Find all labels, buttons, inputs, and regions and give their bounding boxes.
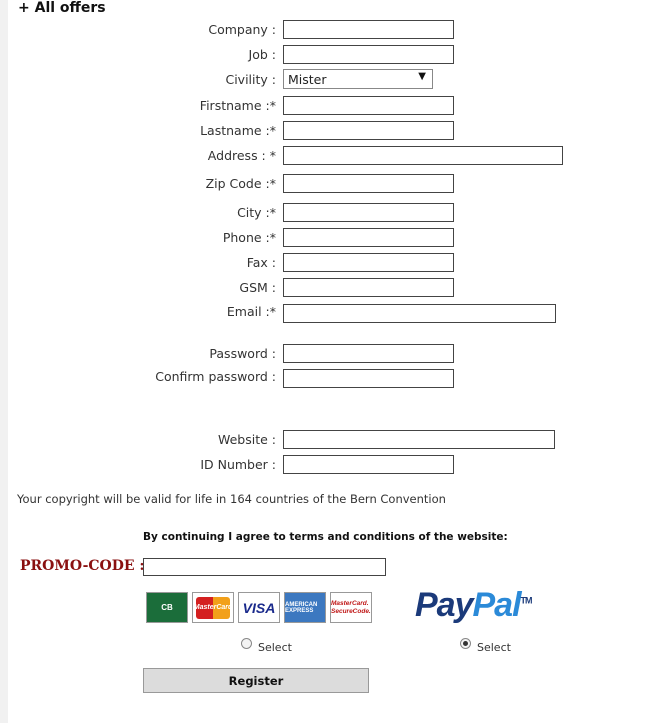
civility-select[interactable]: Mister ▼ [283,69,433,89]
city-label: City :* [237,205,276,220]
phone-label: Phone :* [222,230,276,245]
id-number-input[interactable] [283,455,454,474]
confirm-password-label: Confirm password : [155,369,276,384]
promo-code-input[interactable] [143,558,386,576]
civility-label: Civility : [225,72,276,87]
card-payment-radio-label: Select [258,641,292,654]
city-input[interactable] [283,203,454,222]
gsm-label: GSM : [239,280,276,295]
copyright-notice: Your copyright will be valid for life in… [17,492,446,506]
mastercard-logo: MasterCard [192,592,234,623]
register-button[interactable]: Register [143,668,369,693]
firstname-input[interactable] [283,96,454,115]
zip-input[interactable] [283,174,454,193]
email-input[interactable] [283,304,556,323]
website-input[interactable] [283,430,555,449]
fax-label: Fax : [246,255,276,270]
lastname-label: Lastname :* [200,123,276,138]
all-offers-link[interactable]: + All offers [18,0,106,16]
gsm-input[interactable] [283,278,454,297]
card-logos: CB MasterCard VISA AMERICAN EXPRESS Mast… [146,592,372,623]
password-input[interactable] [283,344,454,363]
company-label: Company : [208,22,276,37]
paypal-payment-radio[interactable] [460,638,471,649]
cb-card-logo: CB [146,592,188,623]
id-number-label: ID Number : [200,457,276,472]
job-input[interactable] [283,45,454,64]
card-payment-radio[interactable] [241,638,252,649]
company-input[interactable] [283,20,454,39]
mastercard-securecode-logo: MasterCard. SecureCode. [330,592,372,623]
civility-selected-value: Mister [288,72,327,87]
zip-label: Zip Code :* [205,176,276,191]
address-input[interactable] [283,146,563,165]
promo-code-label: PROMO-CODE : [20,558,145,574]
visa-logo: VISA [238,592,280,623]
american-express-logo: AMERICAN EXPRESS [284,592,326,623]
fax-input[interactable] [283,253,454,272]
email-label: Email :* [226,304,276,319]
confirm-password-input[interactable] [283,369,454,388]
job-label: Job : [248,47,276,62]
lastname-input[interactable] [283,121,454,140]
website-label: Website : [217,432,276,447]
firstname-label: Firstname :* [199,98,276,113]
address-label: Address : * [207,148,276,163]
phone-input[interactable] [283,228,454,247]
paypal-payment-radio-label: Select [477,641,511,654]
terms-agreement-text: By continuing I agree to terms and condi… [143,531,508,543]
password-label: Password : [209,346,276,361]
paypal-logo: PayPalTM [415,586,533,624]
dropdown-arrow-icon: ▼ [418,71,426,82]
